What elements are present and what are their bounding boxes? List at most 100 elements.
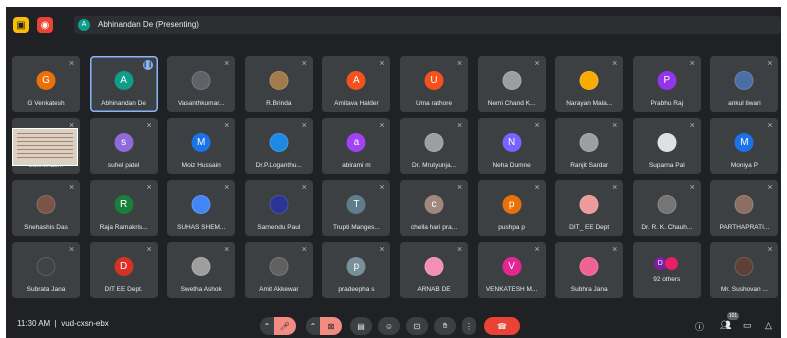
participant-tile[interactable]: D 92 others (632, 242, 701, 298)
participant-tile[interactable]: Amit Akkewar ⨯ (244, 242, 313, 298)
activities-button[interactable]: △ (765, 320, 772, 331)
participant-tile[interactable]: ARNAB DE ⨯ (400, 242, 468, 298)
avatar (36, 257, 56, 276)
mic-off-icon: ⨯ (301, 60, 308, 67)
participant-tile[interactable]: Dr.P.Loganthu... ⨯ (244, 118, 313, 174)
participant-tile[interactable]: Nemi Chand K... ⨯ (477, 56, 546, 112)
chat-button[interactable]: ▭ (743, 320, 752, 331)
avatar (424, 133, 444, 152)
participant-tile[interactable]: PARTHAPRATI... ⨯ (710, 180, 779, 236)
participant-tile[interactable]: Swetha Ashok ⨯ (167, 242, 236, 298)
participant-name: Narayan Mala... (566, 100, 613, 107)
participant-name: Amit Akkewar (259, 286, 299, 293)
emoji-icon: ☺ (384, 321, 394, 331)
leave-call-button[interactable]: ☎︎ (484, 317, 520, 335)
mic-options-button[interactable]: ⌃ (260, 317, 274, 335)
mic-off-icon: ⨯ (223, 184, 230, 191)
mic-off-icon: ⨯ (223, 122, 230, 129)
participant-name: Trupti Manges... (333, 224, 380, 231)
participant-count-badge: 101 (727, 312, 739, 320)
meeting-details-button[interactable]: ⓘ (695, 320, 704, 333)
participant-tile[interactable]: s suhel patel ⨯ (89, 118, 158, 174)
avatar (36, 195, 56, 214)
participant-name: DIT_ EE Dept (569, 224, 610, 231)
mic-off-icon: ⨯ (68, 184, 75, 191)
present-now-button[interactable]: ⊡ (406, 317, 428, 335)
participant-name: Subrata Jana (26, 286, 66, 293)
participant-name: SUHAS SHEM... (176, 224, 226, 231)
top-bar: ▣ ◉ A Abhinandan De (Presenting) (6, 7, 781, 41)
participant-tile[interactable]: SUHAS SHEM... ⨯ (167, 180, 236, 236)
presenting-banner[interactable]: A Abhinandan De (Presenting) (74, 16, 781, 34)
meeting-code: vud-cxsn-ebx (61, 319, 109, 328)
avatar (579, 195, 599, 214)
participant-tile[interactable]: Snehashis Das ⨯ (12, 180, 80, 236)
participant-tile[interactable]: Sarnendu Paul ⨯ (244, 180, 313, 236)
avatar: V (502, 257, 522, 276)
participant-name: ankul tiwari (728, 100, 761, 107)
participant-tile[interactable]: M Moniya P ⨯ (710, 118, 779, 174)
participant-tile[interactable]: ankul tiwari ⨯ (710, 56, 779, 112)
participant-tile[interactable]: Subhra Jana ⨯ (555, 242, 624, 298)
chevron-up-icon: ⌃ (309, 321, 317, 331)
people-icon: 👥︎ (720, 320, 732, 330)
mic-toggle-button[interactable]: 🎤︎ (274, 317, 296, 335)
participant-tile[interactable]: A Abhinandan De ❙❙ (89, 56, 158, 112)
participant-name: Moniya P (730, 162, 758, 169)
record-icon[interactable]: ◉ (37, 17, 53, 33)
participant-tile[interactable]: Mr. Sushovan ... ⨯ (710, 242, 779, 298)
participant-tile[interactable]: Suparna Pal ⨯ (632, 118, 701, 174)
participant-tile[interactable]: T Trupti Manges... ⨯ (322, 180, 391, 236)
participant-tile[interactable]: Narayan Mala... ⨯ (555, 56, 624, 112)
raise-hand-button[interactable]: ✋︎ (434, 317, 456, 335)
participant-name: Dr. Mrutyunja... (411, 162, 457, 169)
participant-tile[interactable]: Dr. Mrutyunja... ⨯ (400, 118, 468, 174)
avatar (579, 257, 599, 276)
end-call-icon: ☎︎ (497, 321, 507, 331)
participant-name: Nemi Chand K... (487, 100, 536, 107)
participant-tile[interactable]: U Uma rathore ⨯ (400, 56, 468, 112)
participant-tile[interactable]: R Raja Ramakris... ⨯ (89, 180, 158, 236)
participant-tile[interactable]: p pushpa p ⨯ (477, 180, 546, 236)
mic-off-icon: ⨯ (534, 60, 541, 67)
screen-share-thumbnail[interactable] (12, 128, 78, 166)
participant-name: Prabhu Raj (650, 100, 684, 107)
participant-name: DIT EE Dept. (104, 286, 143, 293)
participant-tile[interactable]: P Prabhu Raj ⨯ (632, 56, 701, 112)
people-button[interactable]: 👥︎ (720, 320, 731, 331)
speaking-indicator-icon: ❙❙ (142, 60, 153, 70)
participant-tile[interactable]: p pradeepha s ⨯ (322, 242, 391, 298)
avatar (734, 71, 754, 90)
participant-tile[interactable]: c chella hari pra... ⨯ (400, 180, 468, 236)
participant-tile[interactable]: V VENKATESH M... ⨯ (477, 242, 546, 298)
avatar (269, 257, 289, 276)
avatar (269, 133, 289, 152)
participant-name: Subhra Jana (570, 286, 608, 293)
participant-tile[interactable]: DIT_ EE Dept ⨯ (555, 180, 624, 236)
mic-off-icon: ⨯ (766, 184, 773, 191)
reactions-button[interactable]: ☺ (378, 317, 400, 335)
present-icon[interactable]: ▣ (13, 17, 29, 33)
participant-tile[interactable]: Vasanthkumar... ⨯ (167, 56, 236, 112)
more-options-button[interactable]: ⋮ (462, 317, 476, 335)
participant-tile[interactable]: N Neha Dumne ⨯ (477, 118, 546, 174)
participant-name: Ranjit Sardar (570, 162, 609, 169)
mic-off-icon: ⨯ (766, 60, 773, 67)
camera-toggle-button[interactable]: ⊠ (320, 317, 342, 335)
mic-off-icon: ⨯ (301, 184, 308, 191)
participant-tile[interactable]: A Amitava Halder ⨯ (322, 56, 391, 112)
participant-tile[interactable]: D DIT EE Dept. ⨯ (89, 242, 158, 298)
participant-tile[interactable]: M Moiz Hussain ⨯ (167, 118, 236, 174)
camera-options-button[interactable]: ⌃ (306, 317, 320, 335)
avatar: c (424, 195, 444, 214)
mic-off-icon: ⨯ (456, 246, 463, 253)
participant-tile[interactable]: Subrata Jana ⨯ (12, 242, 80, 298)
participant-tile[interactable]: Dr. R. K. Chauh... ⨯ (632, 180, 701, 236)
bottom-bar: 11:30 AM | vud-cxsn-ebx ⌃ 🎤︎ ⌃ ⊠ ▤ ☺ ⊡ ✋… (6, 310, 781, 338)
participant-tile[interactable]: R.Brinda ⨯ (244, 56, 313, 112)
participant-tile[interactable]: Ranjit Sardar ⨯ (555, 118, 624, 174)
participant-tile[interactable]: G G Venkatesh ⨯ (12, 56, 80, 112)
participant-name: Amitava Halder (334, 100, 379, 107)
participant-tile[interactable]: a abirami m ⨯ (322, 118, 391, 174)
captions-button[interactable]: ▤ (350, 317, 372, 335)
